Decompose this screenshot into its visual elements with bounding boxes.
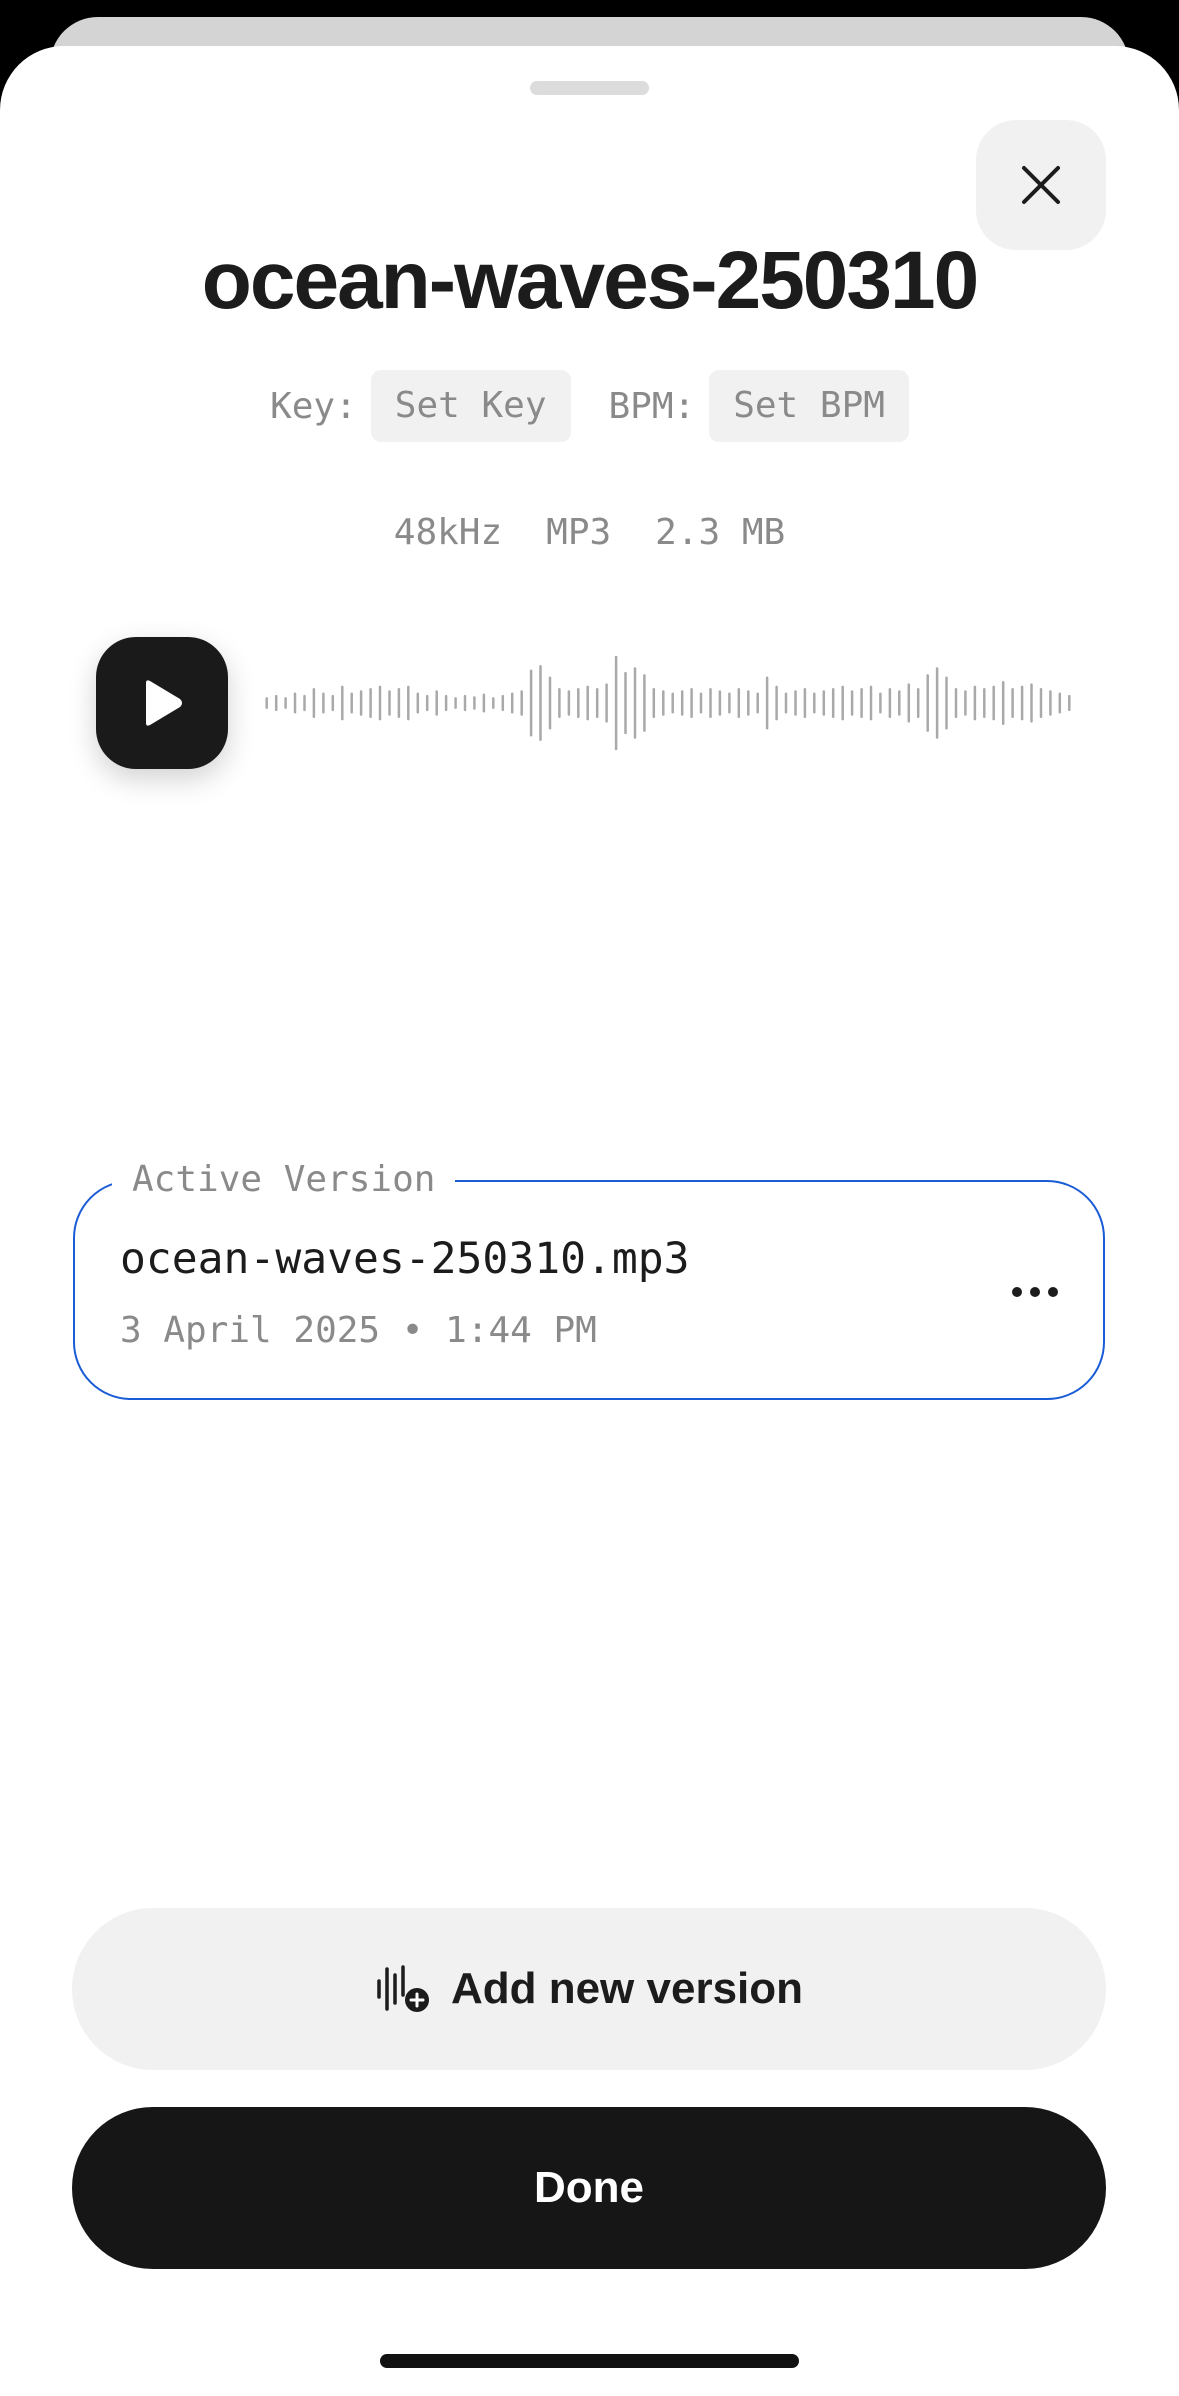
home-indicator [380, 2354, 799, 2368]
sheet-grabber[interactable] [530, 81, 649, 95]
set-bpm-button[interactable]: Set BPM [709, 370, 909, 442]
sample-rate: 48kHz [393, 512, 503, 553]
file-format: MP3 [546, 512, 612, 553]
file-info-row: 48kHz MP3 2.3 MB [0, 512, 1179, 553]
track-meta-row: Key: Set Key BPM: Set BPM [0, 370, 1179, 442]
version-filename: ocean-waves-250310.mp3 [120, 1234, 690, 1284]
play-button[interactable] [96, 637, 228, 769]
add-new-version-button[interactable]: Add new version [72, 1908, 1106, 2070]
close-button[interactable] [976, 120, 1106, 250]
active-version-card[interactable] [73, 1180, 1105, 1400]
key-label: Key: [270, 385, 357, 427]
set-key-button[interactable]: Set Key [370, 370, 571, 442]
bpm-label: BPM: [608, 385, 696, 427]
done-button[interactable]: Done [72, 2107, 1106, 2269]
file-size: 2.3 MB [655, 512, 786, 553]
more-horizontal-icon [1012, 1287, 1058, 1297]
waveform-scrubber[interactable] [262, 655, 1074, 751]
add-new-version-label: Add new version [450, 1964, 804, 2013]
done-label: Done [534, 2163, 644, 2212]
waveform-plus-icon [377, 1965, 429, 2012]
version-date: 3 April 2025 • 1:44 PM [120, 1310, 597, 1351]
active-version-legend: Active Version [112, 1160, 456, 1200]
version-more-button[interactable] [1000, 1262, 1070, 1322]
screen: ocean-waves-250310 Key: Set Key BPM: Set… [0, 0, 1179, 2396]
play-icon [146, 680, 182, 726]
close-icon [1022, 166, 1060, 204]
track-title: ocean-waves-250310 [201, 235, 979, 326]
